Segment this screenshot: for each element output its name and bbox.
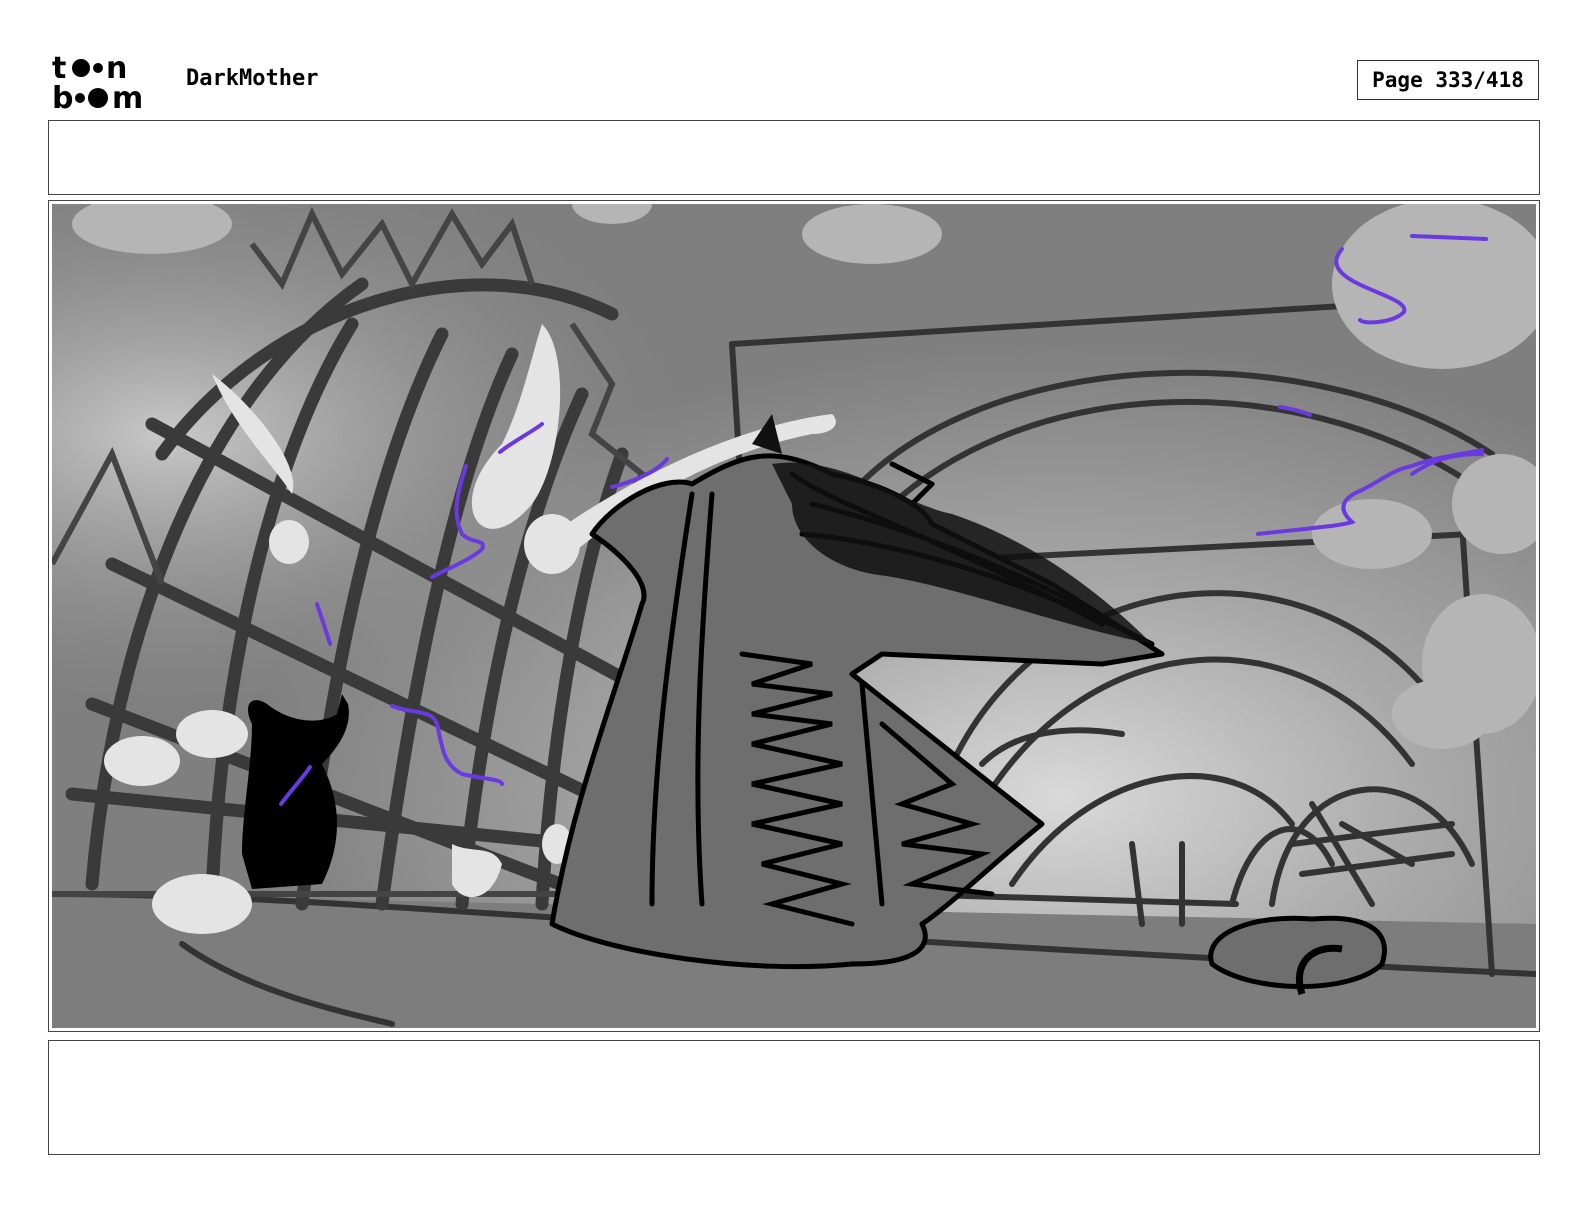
svg-text:b: b [52,81,73,112]
storyboard-panel-image [52,204,1536,1028]
action-notes-box [48,120,1540,195]
project-title: DarkMother [186,66,319,91]
page-number: Page 333/418 [1357,60,1539,100]
svg-text:m: m [112,81,143,112]
dialogue-notes-box [48,1040,1540,1155]
toon-boom-logo: t n b m [52,51,164,116]
